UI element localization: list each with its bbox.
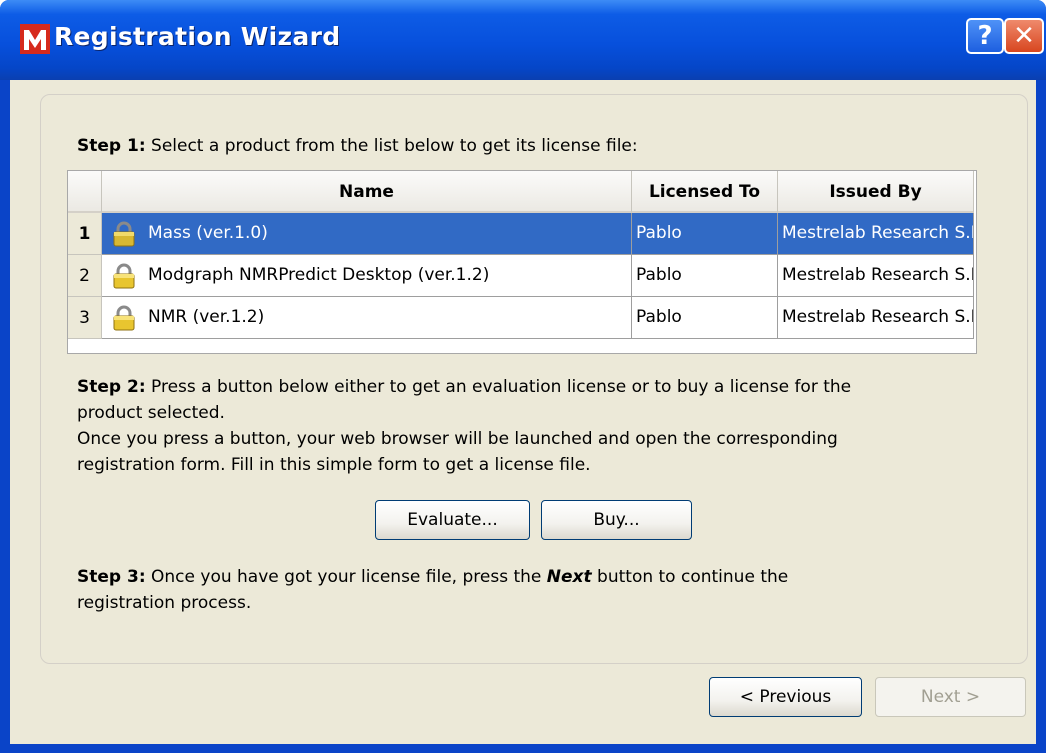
table-row[interactable]: 1 Mass (ver.1.0) Pablo Mestrelab Researc… [68, 213, 976, 255]
step1-text: Step 1: Select a product from the list b… [77, 133, 638, 159]
cell-issued-by[interactable]: Mestrelab Research S.L. [778, 297, 974, 339]
row-number: 3 [68, 297, 102, 339]
column-header-name[interactable]: Name [102, 171, 632, 213]
mestrelab-m-icon [20, 24, 50, 54]
lock-icon [113, 305, 135, 331]
help-button[interactable]: ? [966, 18, 1004, 54]
row-number: 1 [68, 213, 102, 255]
step2-line2: product selected. [77, 403, 225, 423]
product-table[interactable]: Name Licensed To Issued By 1 Mass (ver.1… [67, 170, 977, 354]
row-number: 2 [68, 255, 102, 297]
close-button[interactable]: ✕ [1004, 18, 1044, 54]
lock-icon [113, 221, 135, 247]
table-row[interactable]: 3 NMR (ver.1.2) Pablo Mestrelab Research… [68, 297, 976, 339]
previous-button[interactable]: < Previous [709, 677, 862, 717]
registration-wizard-window: Registration Wizard ? ✕ Step 1: Select a… [0, 0, 1046, 753]
table-corner-header [68, 171, 102, 213]
lock-icon [113, 263, 135, 289]
column-header-issued-by[interactable]: Issued By [778, 171, 974, 213]
step2-line4: registration form. Fill in this simple f… [77, 455, 591, 475]
window-title: Registration Wizard [54, 22, 341, 51]
step3-text-b: button to continue the [591, 567, 789, 587]
step2-line3: Once you press a button, your web browse… [77, 429, 838, 449]
column-header-licensed-to[interactable]: Licensed To [632, 171, 778, 213]
cell-licensed-to[interactable]: Pablo [632, 213, 778, 255]
next-button[interactable]: Next > [875, 677, 1026, 717]
cell-licensed-to[interactable]: Pablo [632, 255, 778, 297]
step2-text: Step 2: Press a button below either to g… [77, 374, 977, 478]
step1-label: Step 1: [77, 136, 146, 156]
cell-issued-by[interactable]: Mestrelab Research S.L. [778, 255, 974, 297]
table-row[interactable]: 2 Modgraph NMRPredict Desktop (ver.1.2) … [68, 255, 976, 297]
evaluate-button[interactable]: Evaluate... [375, 500, 530, 540]
cell-name[interactable]: NMR (ver.1.2) [102, 297, 632, 339]
step2-line1: Press a button below either to get an ev… [145, 377, 852, 397]
step1-description: Select a product from the list below to … [145, 136, 638, 156]
title-bar[interactable]: Registration Wizard ? ✕ [0, 0, 1046, 80]
cell-licensed-to[interactable]: Pablo [632, 297, 778, 339]
help-icon: ? [977, 21, 993, 51]
cell-issued-by[interactable]: Mestrelab Research S.L. [778, 213, 974, 255]
step3-text: Step 3: Once you have got your license f… [77, 564, 977, 616]
step3-label: Step 3: [77, 567, 146, 587]
step3-line2: registration process. [77, 593, 252, 613]
close-icon: ✕ [1013, 21, 1035, 51]
step3-text-a: Once you have got your license file, pre… [145, 567, 547, 587]
cell-name[interactable]: Modgraph NMRPredict Desktop (ver.1.2) [102, 255, 632, 297]
step2-label: Step 2: [77, 377, 146, 397]
step3-next-word: Next [546, 567, 592, 587]
buy-button[interactable]: Buy... [541, 500, 692, 540]
cell-name[interactable]: Mass (ver.1.0) [102, 213, 632, 255]
